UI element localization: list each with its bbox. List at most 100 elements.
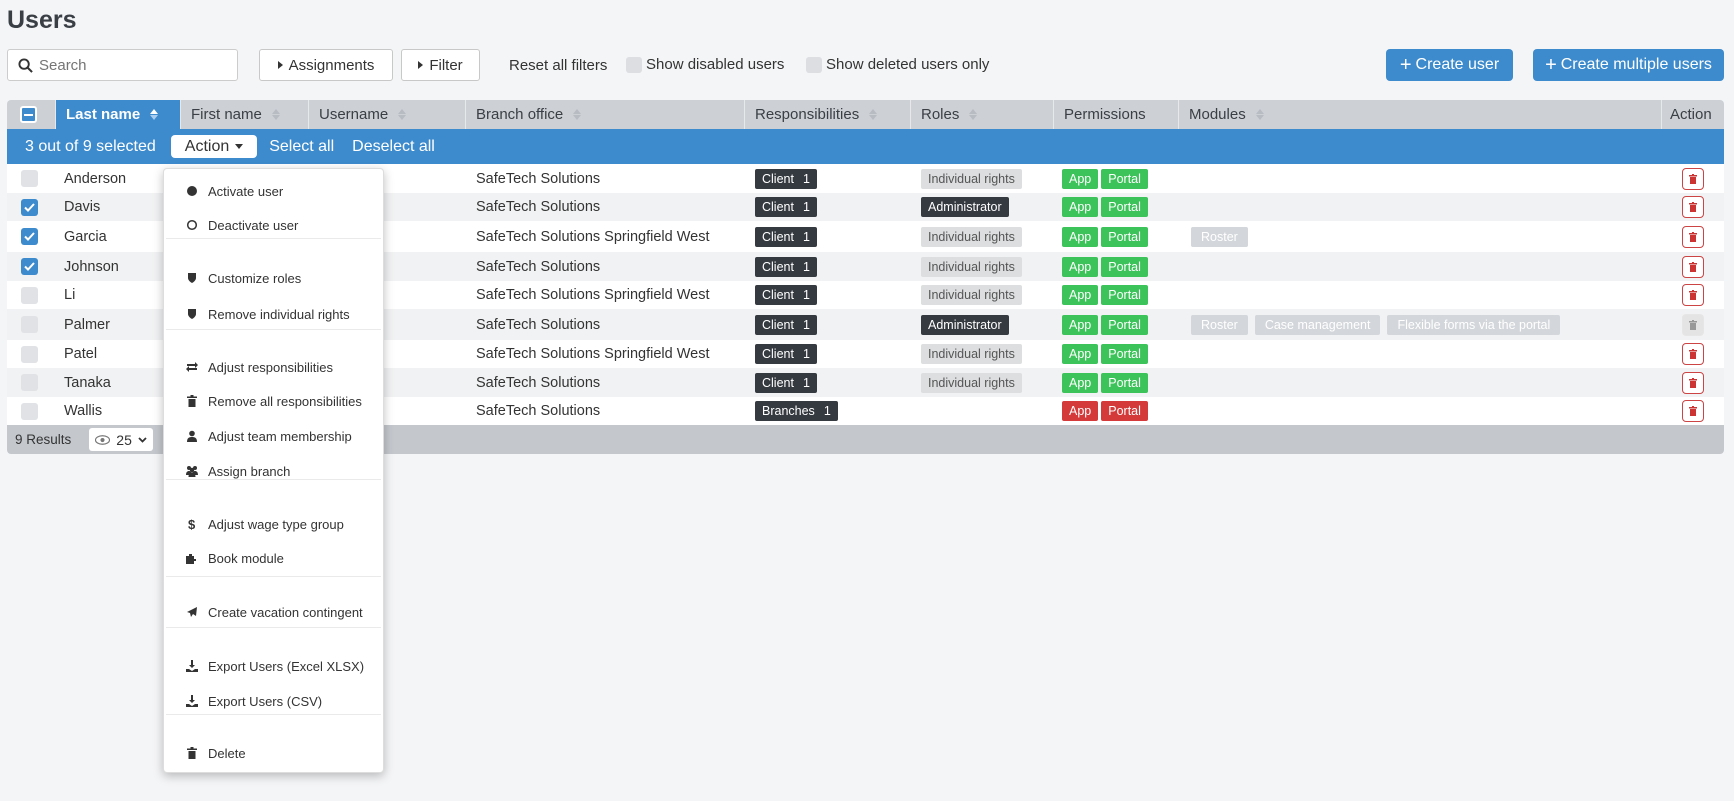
role-badge: Administrator xyxy=(921,197,1009,217)
table-header: Last name First name Username Branch office… xyxy=(7,100,1724,129)
assignments-button[interactable]: Assignments xyxy=(259,49,393,81)
menu-item[interactable]: Delete xyxy=(164,741,383,765)
row-checkbox[interactable] xyxy=(21,170,38,187)
column-label: Branch office xyxy=(476,106,564,123)
column-header[interactable]: First name xyxy=(181,100,309,129)
column-header[interactable]: Last name xyxy=(56,100,181,129)
caret-down-icon xyxy=(235,144,244,149)
permissions-cell: App Portal xyxy=(1054,164,1179,193)
search-input[interactable] xyxy=(39,56,219,74)
menu-item-label: Book module xyxy=(208,550,284,566)
menu-item[interactable]: Deactivate user xyxy=(164,213,383,237)
role-badge: Individual rights xyxy=(921,344,1022,364)
row-checkbox[interactable] xyxy=(21,345,38,363)
create-user-button[interactable]: + Create user xyxy=(1386,49,1513,81)
menu-item[interactable]: Adjust responsibilities xyxy=(164,355,383,379)
portal-permission-badge: Portal xyxy=(1101,256,1148,277)
delete-user-button[interactable] xyxy=(1682,225,1704,248)
checkbox[interactable] xyxy=(626,56,642,73)
row-checkbox[interactable] xyxy=(21,374,38,391)
menu-item[interactable]: Adjust team membership xyxy=(164,424,383,448)
show-disabled-checkbox[interactable]: Show disabled users xyxy=(626,56,784,73)
delete-user-button[interactable] xyxy=(1682,196,1704,218)
action-dropdown-menu: Activate user Deactivate user Customize ro… xyxy=(163,168,384,773)
modules-cell xyxy=(1179,164,1662,193)
menu-divider xyxy=(166,479,381,480)
indeterminate-checkbox-icon[interactable] xyxy=(20,106,37,123)
portal-permission-badge: Portal xyxy=(1101,168,1148,189)
download-icon xyxy=(186,660,198,672)
column-header[interactable]: Branch office xyxy=(466,100,745,129)
roles-cell xyxy=(911,397,1054,425)
column-header[interactable]: Modules xyxy=(1179,100,1662,129)
responsibility-count: 1 xyxy=(802,288,810,302)
search-field[interactable] xyxy=(7,49,238,81)
menu-item-label: Export Users (Excel XLSX) xyxy=(208,658,365,674)
delete-user-button[interactable] xyxy=(1682,371,1704,394)
menu-item-label: Create vacation contingent xyxy=(208,604,363,620)
deselect-all-link[interactable]: Deselect all xyxy=(352,138,435,156)
permissions-cell: App Portal xyxy=(1054,252,1179,281)
create-multiple-users-button[interactable]: + Create multiple users xyxy=(1533,49,1724,81)
row-checkbox[interactable] xyxy=(21,258,38,275)
responsibility-label: Client xyxy=(762,259,794,274)
delete-user-button[interactable] xyxy=(1682,343,1704,365)
delete-user-button[interactable] xyxy=(1682,400,1704,422)
filter-button[interactable]: Filter xyxy=(401,49,480,81)
column-header[interactable]: Roles xyxy=(911,100,1054,129)
row-checkbox[interactable] xyxy=(21,286,38,304)
trash-icon xyxy=(1689,261,1697,272)
responsibility-badge: Client 1 xyxy=(755,314,817,335)
sort-icon xyxy=(869,109,878,120)
create-multiple-label: Create multiple users xyxy=(1560,56,1712,73)
per-page-value: 25 xyxy=(116,431,132,448)
menu-item[interactable]: Activate user xyxy=(164,179,383,203)
select-all-link[interactable]: Select all xyxy=(269,138,334,156)
app-permission-badge: App xyxy=(1062,344,1099,364)
delete-user-button[interactable] xyxy=(1682,167,1704,190)
action-dropdown-button[interactable]: Action xyxy=(170,135,258,158)
action-cell xyxy=(1662,193,1724,221)
menu-item[interactable]: Remove all responsibilities xyxy=(164,389,383,413)
menu-item[interactable]: Export Users (Excel XLSX) xyxy=(164,654,383,678)
row-checkbox[interactable] xyxy=(21,316,38,333)
reset-filters-link[interactable]: Reset all filters xyxy=(509,57,607,74)
row-checkbox-cell xyxy=(7,309,56,340)
row-checkbox[interactable] xyxy=(21,402,38,420)
delete-user-button[interactable] xyxy=(1682,284,1704,306)
menu-item[interactable]: Remove individual rights xyxy=(164,302,383,326)
sort-icon xyxy=(1255,109,1264,120)
modules-cell xyxy=(1179,368,1662,397)
permissions-cell: App Portal xyxy=(1054,397,1179,425)
row-checkbox[interactable] xyxy=(21,228,38,245)
column-header[interactable]: Responsibilities xyxy=(745,100,911,129)
checkbox[interactable] xyxy=(806,56,822,73)
selection-count: 3 out of 9 selected xyxy=(25,137,156,155)
menu-item[interactable]: $ Adjust wage type group xyxy=(164,512,383,536)
menu-item[interactable]: Create vacation contingent xyxy=(164,600,383,624)
row-checkbox[interactable] xyxy=(21,198,38,216)
plus-icon: + xyxy=(1545,53,1557,76)
responsibilities-cell: Client 1 xyxy=(745,340,911,368)
action-label: Action xyxy=(184,137,230,155)
delete-user-button[interactable] xyxy=(1682,255,1704,278)
modules-cell xyxy=(1179,281,1662,309)
trash-icon xyxy=(187,747,197,759)
exchange-icon xyxy=(186,362,198,372)
branch-cell: SafeTech Solutions xyxy=(476,316,601,333)
menu-item[interactable]: Export Users (CSV) xyxy=(164,689,383,713)
show-deleted-checkbox[interactable]: Show deleted users only xyxy=(806,56,989,73)
assignments-label: Assignments xyxy=(288,56,375,74)
menu-item[interactable]: Book module xyxy=(164,546,383,570)
menu-divider xyxy=(166,627,381,628)
plane-icon xyxy=(187,607,197,617)
column-header[interactable]: Username xyxy=(309,100,466,129)
per-page-select[interactable]: 25 xyxy=(89,428,153,451)
select-all-checkbox[interactable] xyxy=(7,100,56,129)
portal-permission-badge: Portal xyxy=(1101,285,1148,305)
roles-cell: Individual rights xyxy=(911,281,1054,309)
sort-icon xyxy=(969,109,978,120)
menu-item[interactable]: Customize roles xyxy=(164,266,383,290)
svg-text:$: $ xyxy=(188,518,196,530)
puzzle-icon xyxy=(186,554,196,564)
